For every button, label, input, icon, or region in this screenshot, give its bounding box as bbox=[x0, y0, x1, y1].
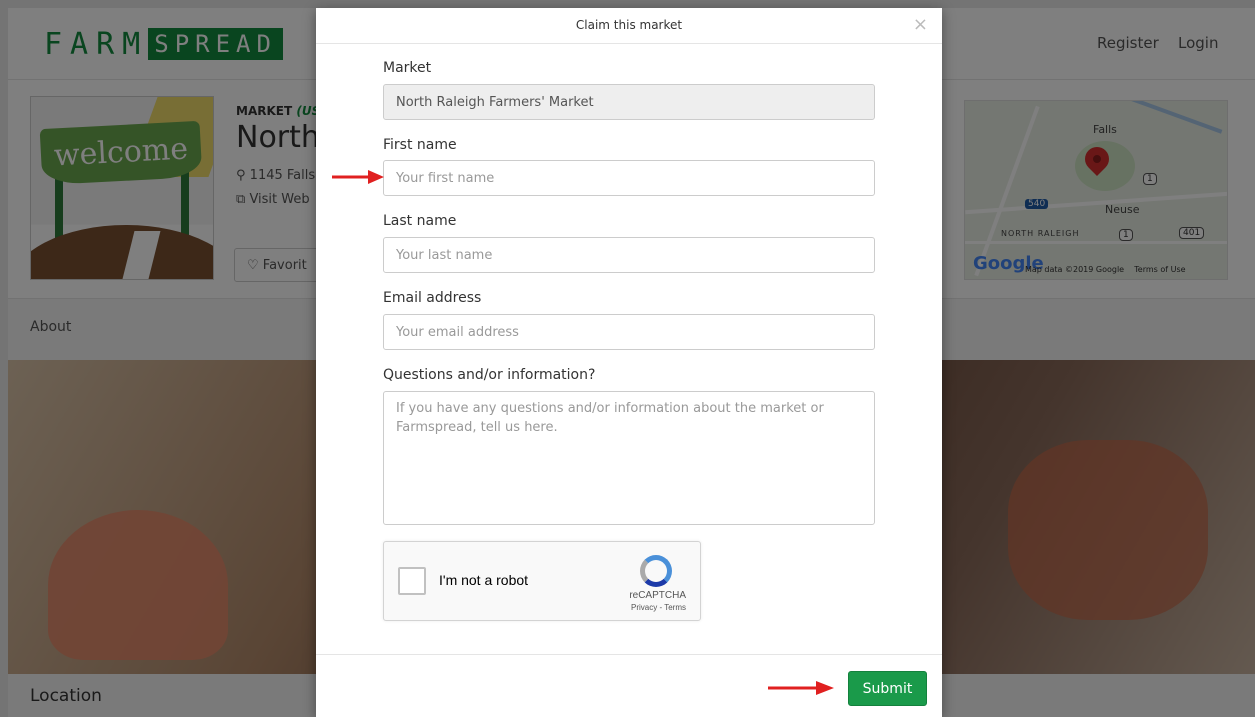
questions-textarea[interactable] bbox=[383, 391, 875, 525]
recaptcha-label: I'm not a robot bbox=[439, 572, 529, 588]
market-field[interactable] bbox=[383, 84, 875, 120]
arrow-to-submit-icon bbox=[768, 681, 834, 695]
first-name-input[interactable] bbox=[383, 160, 875, 196]
claim-market-modal: Claim this market × Market First name La… bbox=[316, 8, 942, 717]
first-name-label: First name bbox=[383, 137, 457, 153]
close-icon[interactable]: × bbox=[913, 14, 928, 35]
modal-footer: Submit bbox=[316, 654, 942, 717]
recaptcha-icon bbox=[640, 555, 672, 587]
questions-label: Questions and/or information? bbox=[383, 367, 596, 383]
submit-button[interactable]: Submit bbox=[848, 671, 927, 706]
recaptcha-terms-link[interactable]: Privacy - Terms bbox=[384, 603, 700, 612]
modal-header: Claim this market × bbox=[316, 8, 942, 44]
last-name-label: Last name bbox=[383, 213, 457, 229]
modal-title: Claim this market bbox=[575, 18, 683, 32]
recaptcha-widget: I'm not a robot reCAPTCHA Privacy - Term… bbox=[383, 541, 701, 621]
market-field-label: Market bbox=[383, 60, 432, 76]
email-input[interactable] bbox=[383, 314, 875, 350]
recaptcha-brand: reCAPTCHA bbox=[629, 590, 686, 601]
arrow-to-first-name-icon bbox=[332, 170, 384, 184]
last-name-input[interactable] bbox=[383, 237, 875, 273]
email-label: Email address bbox=[383, 290, 482, 306]
